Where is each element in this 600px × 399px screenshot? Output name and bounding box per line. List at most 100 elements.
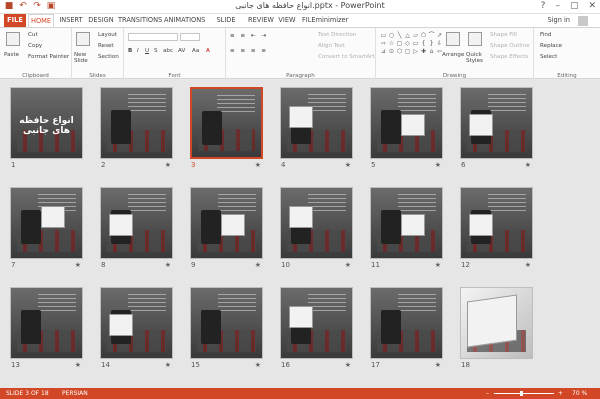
shape-effects-button[interactable]: Shape Effects — [490, 54, 528, 60]
transition-star-icon[interactable]: ★ — [345, 361, 351, 369]
slide-preview[interactable] — [280, 87, 353, 159]
find-button[interactable]: Find — [540, 32, 551, 38]
slide-thumbnail[interactable]: 12 ★ — [460, 187, 533, 269]
tab-slide-show[interactable]: SLIDE SHOW — [208, 14, 244, 37]
convert-smartart-button[interactable]: Convert to SmartArt — [318, 54, 375, 60]
zoom-out-button[interactable]: – — [486, 388, 489, 399]
arrange-button[interactable]: Arrange — [442, 52, 464, 58]
transition-star-icon[interactable]: ★ — [255, 161, 261, 169]
quick-styles-button[interactable]: Quick Styles — [466, 52, 486, 64]
section-button[interactable]: Section — [98, 54, 119, 60]
new-slide-icon[interactable] — [76, 32, 90, 46]
underline-button[interactable]: U — [145, 48, 149, 54]
shapes-gallery[interactable]: ▭ ○ ╲ △ ▱ ⬠ ⌒ ↗ ⇨ ☆ ▢ ◇ ▭{} ⇩ ⊿ ⊙ ⬡ ◻ ▷ ✚ ⌂ ⇦ — [380, 32, 443, 55]
slide-preview[interactable] — [370, 287, 443, 359]
tab-view[interactable]: VIEW — [276, 14, 298, 27]
slide-thumbnail[interactable]: 3 ★ — [190, 87, 263, 169]
save-icon[interactable]: ■ — [4, 1, 14, 11]
paste-button[interactable]: Paste — [4, 52, 19, 58]
slide-preview[interactable] — [10, 287, 83, 359]
shape-fill-button[interactable]: Shape Fill — [490, 32, 517, 38]
tab-transitions[interactable]: TRANSITIONS — [118, 14, 162, 27]
tab-insert[interactable]: INSERT — [58, 14, 84, 27]
slide-preview[interactable] — [100, 287, 173, 359]
transition-star-icon[interactable]: ★ — [165, 161, 171, 169]
transition-star-icon[interactable]: ★ — [435, 361, 441, 369]
transition-star-icon[interactable]: ★ — [345, 261, 351, 269]
transition-star-icon[interactable]: ★ — [525, 161, 531, 169]
slide-preview[interactable] — [100, 187, 173, 259]
zoom-slider[interactable] — [494, 393, 554, 394]
transition-star-icon[interactable]: ★ — [165, 261, 171, 269]
slide-thumbnail[interactable]: 5 ★ — [370, 87, 443, 169]
transition-star-icon[interactable]: ★ — [345, 161, 351, 169]
slide-preview[interactable] — [460, 187, 533, 259]
bold-button[interactable]: B — [128, 48, 132, 54]
transition-star-icon[interactable]: ★ — [75, 261, 81, 269]
transition-star-icon[interactable]: ★ — [165, 361, 171, 369]
sign-in-link[interactable]: Sign in — [548, 14, 571, 27]
slide-preview[interactable] — [370, 87, 443, 159]
font-color-button[interactable]: A — [206, 48, 210, 54]
tab-home[interactable]: HOME — [28, 14, 54, 27]
slide-preview[interactable] — [190, 87, 263, 159]
slide-preview[interactable] — [10, 187, 83, 259]
list-buttons[interactable]: ≡ ≡ ⇤ ⇥ — [230, 33, 268, 39]
slide-thumbnail[interactable]: 13 ★ — [10, 287, 83, 369]
slide-preview[interactable] — [100, 87, 173, 159]
transition-star-icon[interactable]: ★ — [525, 261, 531, 269]
font-name-input[interactable] — [128, 33, 178, 41]
close-button[interactable]: ✕ — [588, 1, 596, 11]
slide-thumbnail[interactable]: 18 — [460, 287, 533, 369]
shape-outline-button[interactable]: Shape Outline — [490, 43, 530, 49]
zoom-slider-handle[interactable] — [520, 391, 523, 396]
reset-button[interactable]: Reset — [98, 43, 114, 49]
tab-review[interactable]: REVIEW — [248, 14, 274, 27]
tab-design[interactable]: DESIGN — [88, 14, 114, 27]
italic-button[interactable]: I — [137, 48, 139, 54]
minimize-button[interactable]: – — [555, 1, 560, 11]
help-button[interactable]: ? — [541, 1, 546, 11]
slide-thumbnail[interactable]: 16 ★ — [280, 287, 353, 369]
arrange-icon[interactable] — [446, 32, 460, 46]
slide-thumbnail[interactable]: 6 ★ — [460, 87, 533, 169]
slide-thumbnail[interactable]: 9 ★ — [190, 187, 263, 269]
slide-preview[interactable] — [280, 187, 353, 259]
slide-thumbnail[interactable]: 15 ★ — [190, 287, 263, 369]
transition-star-icon[interactable]: ★ — [255, 361, 261, 369]
slide-preview[interactable] — [370, 187, 443, 259]
spacing-button[interactable]: AV — [178, 48, 185, 54]
slide-preview[interactable] — [460, 87, 533, 159]
transition-star-icon[interactable]: ★ — [435, 261, 441, 269]
transition-star-icon[interactable]: ★ — [435, 161, 441, 169]
slide-thumbnail[interactable]: 2 ★ — [100, 87, 173, 169]
zoom-in-button[interactable]: + — [558, 388, 563, 399]
font-size-input[interactable] — [180, 33, 200, 41]
replace-button[interactable]: Replace — [540, 43, 562, 49]
new-slide-button[interactable]: New Slide — [74, 52, 94, 64]
avatar[interactable] — [578, 16, 588, 26]
layout-button[interactable]: Layout — [98, 32, 117, 38]
shadow-button[interactable]: abc — [163, 48, 173, 54]
slide-preview[interactable]: انواع حافظه های جانبی — [10, 87, 83, 159]
quick-styles-icon[interactable] — [468, 32, 482, 46]
tab-animations[interactable]: ANIMATIONS — [164, 14, 205, 27]
restore-button[interactable]: ▢ — [570, 1, 579, 11]
start-icon[interactable]: ▣ — [46, 1, 56, 11]
slide-thumbnail[interactable]: انواع حافظه های جانبی 1 — [10, 87, 83, 169]
copy-button[interactable]: Copy — [28, 43, 42, 49]
change-case-button[interactable]: Aa — [192, 48, 199, 54]
language-indicator[interactable]: PERSIAN — [62, 388, 88, 399]
cut-button[interactable]: Cut — [28, 32, 38, 38]
tab-file[interactable]: FILE — [4, 14, 26, 27]
slide-thumbnail[interactable]: 11 ★ — [370, 187, 443, 269]
slide-preview[interactable] — [280, 287, 353, 359]
strikethrough-button[interactable]: S — [154, 48, 158, 54]
slide-preview[interactable] — [190, 187, 263, 259]
redo-icon[interactable]: ↷ — [32, 1, 42, 11]
transition-star-icon[interactable]: ★ — [75, 361, 81, 369]
slide-preview[interactable] — [190, 287, 263, 359]
paste-icon[interactable] — [6, 32, 20, 46]
slide-thumbnail[interactable]: 8 ★ — [100, 187, 173, 269]
slide-thumbnail[interactable]: 10 ★ — [280, 187, 353, 269]
